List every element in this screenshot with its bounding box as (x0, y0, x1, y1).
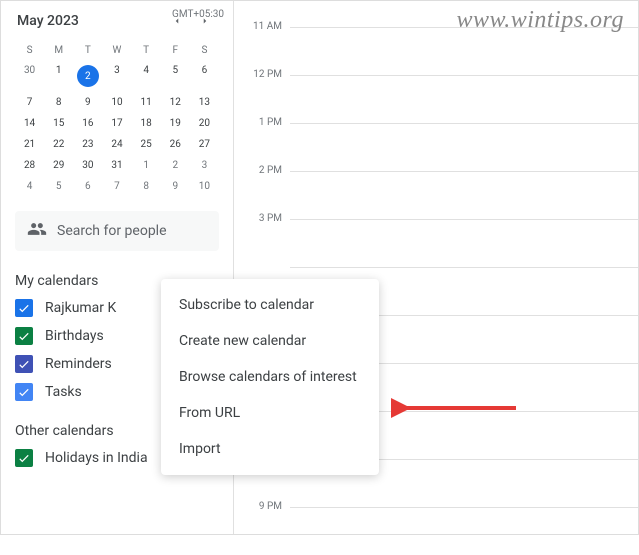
checkbox-icon (15, 327, 33, 345)
day-cell[interactable]: 15 (44, 113, 73, 134)
grid-line (290, 75, 638, 123)
weekday-label: M (44, 41, 73, 60)
day-cell[interactable]: 1 (132, 155, 161, 176)
day-cell[interactable]: 3 (102, 60, 131, 92)
day-cell[interactable]: 2 (161, 155, 190, 176)
day-cell[interactable]: 6 (73, 176, 102, 197)
day-cell[interactable]: 20 (190, 113, 219, 134)
month-label: May 2023 (17, 13, 79, 29)
day-cell[interactable]: 4 (15, 176, 44, 197)
day-cell[interactable]: 5 (161, 60, 190, 92)
grid-line (290, 507, 638, 555)
day-cell[interactable]: 19 (161, 113, 190, 134)
day-cell[interactable]: 26 (161, 134, 190, 155)
menu-item[interactable]: Import (161, 431, 379, 467)
day-cell[interactable]: 30 (15, 60, 44, 92)
day-cell[interactable]: 2 (73, 60, 102, 92)
time-label: 12 PM (234, 69, 290, 80)
day-cell[interactable]: 7 (102, 176, 131, 197)
weekday-label: T (73, 41, 102, 60)
calendar-label: Holidays in India (45, 450, 148, 466)
mini-calendar: SMTWTFS 30123456789101112131415161718192… (15, 41, 219, 197)
day-cell[interactable]: 3 (190, 155, 219, 176)
day-cell[interactable]: 9 (73, 92, 102, 113)
day-cell[interactable]: 7 (15, 92, 44, 113)
time-label: 1 PM (234, 117, 290, 128)
day-cell[interactable]: 5 (44, 176, 73, 197)
time-row[interactable]: 3 PM (234, 219, 638, 267)
calendar-label: Reminders (45, 356, 112, 372)
search-people[interactable]: Search for people (15, 211, 219, 251)
day-cell[interactable]: 28 (15, 155, 44, 176)
day-cell[interactable]: 27 (190, 134, 219, 155)
watermark: www.wintips.org (456, 7, 624, 34)
grid-line (290, 219, 638, 267)
day-cell[interactable]: 18 (132, 113, 161, 134)
weekday-label: S (190, 41, 219, 60)
day-cell[interactable]: 22 (44, 134, 73, 155)
day-cell[interactable]: 14 (15, 113, 44, 134)
day-cell[interactable]: 10 (102, 92, 131, 113)
time-label: 2 PM (234, 165, 290, 176)
grid-line (290, 27, 638, 75)
calendar-label: Rajkumar K (45, 300, 116, 316)
checkbox-icon (15, 449, 33, 467)
day-cell[interactable]: 31 (102, 155, 131, 176)
menu-item[interactable]: Subscribe to calendar (161, 287, 379, 323)
checkbox-icon (15, 355, 33, 373)
day-cell[interactable]: 8 (44, 92, 73, 113)
time-label: 3 PM (234, 213, 290, 224)
day-cell[interactable]: 23 (73, 134, 102, 155)
time-label: 11 AM (234, 21, 290, 32)
people-icon (27, 219, 47, 243)
add-calendar-menu: Subscribe to calendarCreate new calendar… (161, 279, 379, 475)
menu-item[interactable]: From URL (161, 395, 379, 431)
calendar-label: Tasks (45, 384, 82, 400)
time-row[interactable]: 2 PM (234, 171, 638, 219)
grid-line (290, 171, 638, 219)
time-label: 9 PM (234, 501, 290, 512)
day-cell[interactable]: 8 (132, 176, 161, 197)
weekday-label: S (15, 41, 44, 60)
time-row[interactable]: 11 AM (234, 27, 638, 75)
day-cell[interactable]: 16 (73, 113, 102, 134)
day-cell[interactable]: 13 (190, 92, 219, 113)
menu-item[interactable]: Create new calendar (161, 323, 379, 359)
checkbox-icon (15, 383, 33, 401)
search-placeholder: Search for people (57, 223, 167, 239)
day-cell[interactable]: 10 (190, 176, 219, 197)
time-row[interactable]: 12 PM (234, 75, 638, 123)
weekday-label: F (161, 41, 190, 60)
day-cell[interactable]: 30 (73, 155, 102, 176)
day-cell[interactable]: 29 (44, 155, 73, 176)
time-row[interactable]: 1 PM (234, 123, 638, 171)
day-cell[interactable]: 6 (190, 60, 219, 92)
day-cell[interactable]: 9 (161, 176, 190, 197)
checkbox-icon (15, 299, 33, 317)
time-row[interactable]: 9 PM (234, 507, 638, 555)
day-cell[interactable]: 25 (132, 134, 161, 155)
grid-line (290, 123, 638, 171)
day-cell[interactable]: 1 (44, 60, 73, 92)
day-cell[interactable]: 12 (161, 92, 190, 113)
calendar-label: Birthdays (45, 328, 104, 344)
day-cell[interactable]: 24 (102, 134, 131, 155)
weekday-label: T (132, 41, 161, 60)
timezone-label: GMT+05:30 (172, 9, 232, 20)
day-cell[interactable]: 4 (132, 60, 161, 92)
weekday-label: W (102, 41, 131, 60)
day-cell[interactable]: 11 (132, 92, 161, 113)
annotation-arrow (391, 396, 521, 424)
menu-item[interactable]: Browse calendars of interest (161, 359, 379, 395)
day-cell[interactable]: 21 (15, 134, 44, 155)
day-cell[interactable]: 17 (102, 113, 131, 134)
